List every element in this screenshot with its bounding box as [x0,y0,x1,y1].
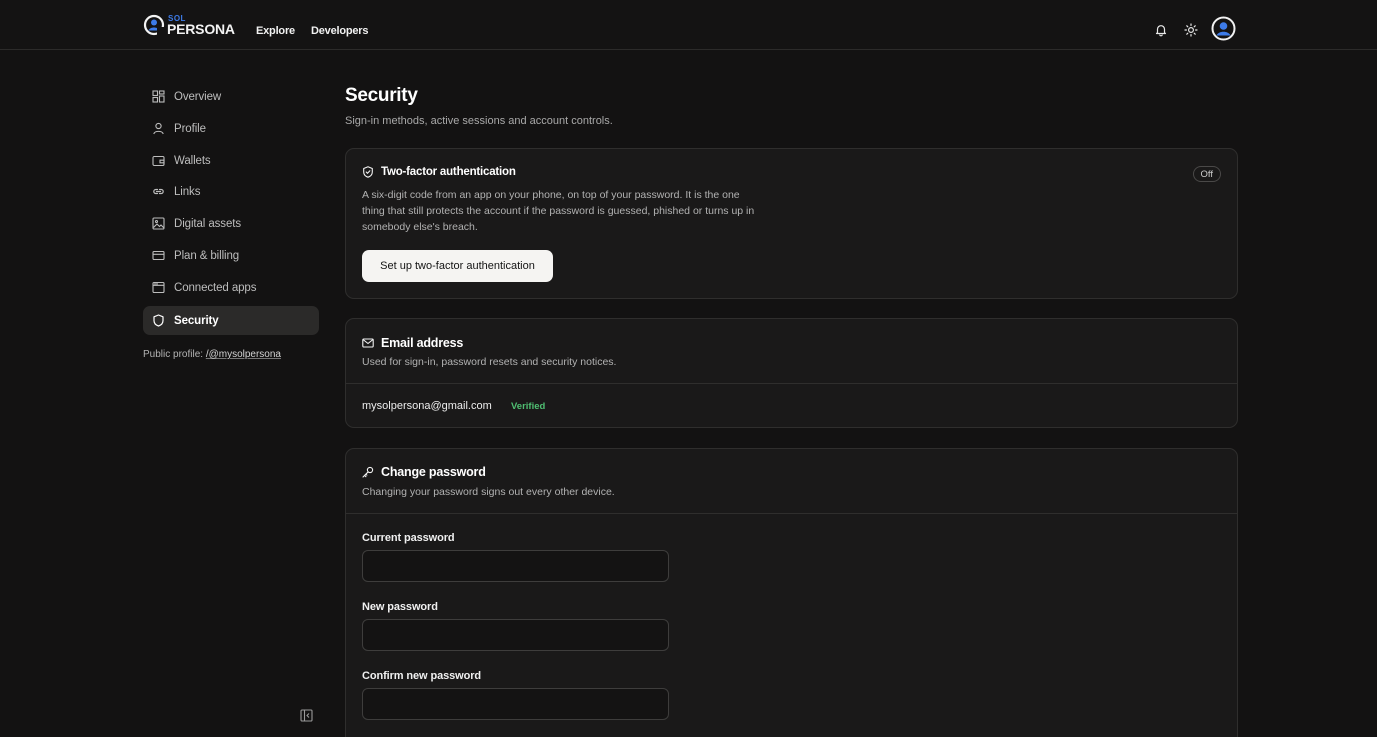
sidebar-item-label: Wallets [174,154,211,167]
app-window-icon [152,281,165,294]
verified-badge: Verified [511,401,546,412]
public-profile-label: Public profile: [143,349,204,360]
nav-developers[interactable]: Developers [311,25,369,37]
page-title: Security [345,85,418,106]
sidebar-item-label: Plan & billing [174,249,240,262]
email-title: Email address [381,336,464,350]
image-icon [152,217,165,230]
current-password-input[interactable] [362,550,669,582]
avatar[interactable] [1211,16,1236,41]
divider [346,513,1237,514]
change-password-title: Change password [381,465,486,479]
status-badge: Off [1192,166,1221,182]
public-profile-link[interactable]: /@mysolpersona [206,349,281,360]
email-description: Used for sign-in, password resets and se… [362,356,617,368]
sidebar-item-label: Digital assets [174,217,241,230]
confirm-password-input[interactable] [362,688,669,720]
sidebar-item-security[interactable]: Security [143,306,319,335]
sun-icon[interactable] [1184,23,1198,37]
change-password-header: Change password [362,465,486,479]
two-factor-card: Two-factor authentication Off A six-digi… [345,148,1238,299]
shield-check-icon [363,166,373,178]
divider [346,383,1237,384]
setup-two-factor-button[interactable]: Set up two-factor authentication [362,250,553,282]
key-icon [362,466,374,478]
sidebar-item-links[interactable]: Links [143,177,319,206]
two-factor-title: Two-factor authentication [381,166,516,178]
shield-icon [153,314,164,327]
sidebar-item-profile[interactable]: Profile [143,114,319,143]
new-password-input[interactable] [362,619,669,651]
mail-icon [362,338,374,348]
new-password-label: New password [362,601,438,613]
sidebar-item-digital-assets[interactable]: Digital assets [143,209,319,238]
bell-icon[interactable] [1154,23,1168,37]
credit-card-icon [152,250,165,261]
two-factor-header: Two-factor authentication [362,166,516,178]
sidebar-item-plan-billing[interactable]: Plan & billing [143,241,319,270]
sidebar-item-label: Security [174,314,219,327]
sidebar-item-label: Links [174,185,201,198]
link-icon [153,188,164,195]
logo-mark-icon [143,14,165,36]
top-bar: SOL PERSONA Explore Developers [0,0,1377,50]
grid-icon [152,90,165,103]
two-factor-description: A six-digit code from an app on your pho… [362,189,755,233]
sidebar-item-label: Connected apps [174,281,257,294]
change-password-description: Changing your password signs out every o… [362,486,615,498]
sidebar-item-label: Overview [174,90,222,103]
confirm-password-label: Confirm new password [362,670,482,682]
email-card: Email address Used for sign-in, password… [345,318,1238,428]
logo-wordmark: SOL PERSONA [167,14,235,37]
user-icon [153,122,164,135]
email-value: mysolpersona@gmail.com [362,400,492,412]
page-subtitle: Sign-in methods, active sessions and acc… [345,115,613,127]
wallet-icon [152,155,165,167]
collapse-sidebar-icon[interactable] [300,709,313,722]
change-password-card: Change password Changing your password s… [345,448,1238,737]
sidebar-item-label: Profile [174,122,206,135]
current-password-label: Current password [362,532,455,544]
sidebar-item-connected-apps[interactable]: Connected apps [143,273,319,302]
logo-big-text: PERSONA [167,20,235,37]
nav-explore[interactable]: Explore [256,25,295,37]
email-header: Email address [362,336,463,350]
sidebar-item-wallets[interactable]: Wallets [143,146,319,175]
public-profile: Public profile: /@mysolpersona [143,349,281,360]
brand-logo[interactable]: SOL PERSONA [143,12,235,38]
sidebar-item-overview[interactable]: Overview [143,82,319,111]
